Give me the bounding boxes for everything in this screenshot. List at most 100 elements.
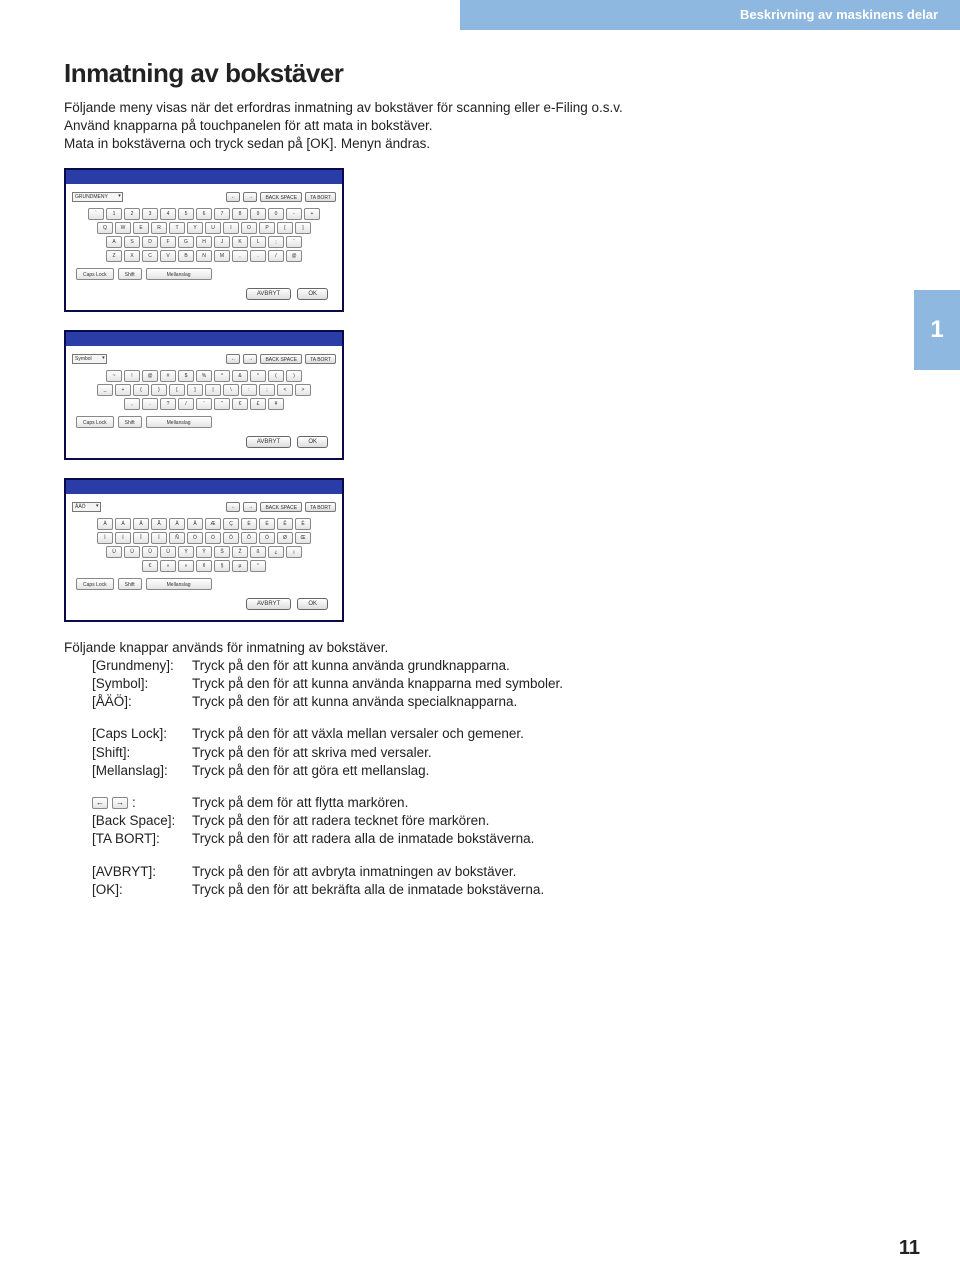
key[interactable]: Ç xyxy=(223,518,239,530)
caps-lock-key[interactable]: Caps Lock xyxy=(76,578,114,590)
key[interactable]: 2 xyxy=(124,208,140,220)
key[interactable]: £ xyxy=(250,398,266,410)
key[interactable]: G xyxy=(178,236,194,248)
key[interactable]: C xyxy=(142,250,158,262)
key[interactable]: @ xyxy=(286,250,302,262)
key[interactable]: § xyxy=(214,560,230,572)
key[interactable]: 0 xyxy=(268,208,284,220)
key[interactable]: Ô xyxy=(223,532,239,544)
key[interactable]: | xyxy=(205,384,221,396)
key[interactable]: ^ xyxy=(214,370,230,382)
key[interactable]: $ xyxy=(178,370,194,382)
key[interactable]: + xyxy=(115,384,131,396)
key[interactable]: Ö xyxy=(259,532,275,544)
key[interactable]: É xyxy=(259,518,275,530)
key[interactable]: _ xyxy=(97,384,113,396)
key[interactable]: , xyxy=(124,398,140,410)
key[interactable]: Ü xyxy=(160,546,176,558)
key[interactable]: ) xyxy=(286,370,302,382)
key[interactable]: Ê xyxy=(277,518,293,530)
key[interactable]: Â xyxy=(133,518,149,530)
key[interactable]: D xyxy=(142,236,158,248)
key[interactable]: % xyxy=(196,370,212,382)
key[interactable]: " xyxy=(214,398,230,410)
key[interactable]: Õ xyxy=(241,532,257,544)
cursor-right-button[interactable]: → xyxy=(243,192,257,202)
key[interactable]: , xyxy=(232,250,248,262)
key[interactable]: Œ xyxy=(295,532,311,544)
key[interactable]: Ë xyxy=(295,518,311,530)
key[interactable]: 9 xyxy=(250,208,266,220)
shift-key[interactable]: Shift xyxy=(118,268,142,280)
shift-key[interactable]: Shift xyxy=(118,416,142,428)
key[interactable]: M xyxy=(214,250,230,262)
mode-dropdown[interactable]: Symbol xyxy=(72,354,107,364)
cursor-right-button[interactable]: → xyxy=(243,502,257,512)
key[interactable]: 1 xyxy=(106,208,122,220)
space-key[interactable]: Mellanslag xyxy=(146,268,212,280)
key[interactable]: ¡ xyxy=(286,546,302,558)
key[interactable]: ( xyxy=(268,370,284,382)
avbryt-button[interactable]: AVBRYT xyxy=(246,436,291,448)
key[interactable]: O xyxy=(241,222,257,234)
ta-bort-button[interactable]: TA BORT xyxy=(305,354,336,364)
cursor-right-button[interactable]: → xyxy=(243,354,257,364)
key[interactable]: 4 xyxy=(160,208,176,220)
ta-bort-button[interactable]: TA BORT xyxy=(305,192,336,202)
key[interactable]: Ž xyxy=(232,546,248,558)
key[interactable]: [ xyxy=(169,384,185,396)
avbryt-button[interactable]: AVBRYT xyxy=(246,288,291,300)
key[interactable]: ] xyxy=(295,222,311,234)
key[interactable]: W xyxy=(115,222,131,234)
key[interactable]: Ý xyxy=(178,546,194,558)
space-key[interactable]: Mellanslag xyxy=(146,578,212,590)
key[interactable]: \ xyxy=(223,384,239,396)
cursor-left-button[interactable]: ← xyxy=(226,192,240,202)
key[interactable]: } xyxy=(151,384,167,396)
key[interactable]: H xyxy=(196,236,212,248)
key[interactable]: A xyxy=(106,236,122,248)
key[interactable]: ; xyxy=(259,384,275,396)
key[interactable]: Å xyxy=(187,518,203,530)
key[interactable]: [ xyxy=(277,222,293,234)
key[interactable]: Ú xyxy=(124,546,140,558)
ok-button[interactable]: OK xyxy=(297,436,328,448)
mode-dropdown[interactable]: ÅÄÖ xyxy=(72,502,101,512)
key[interactable]: + xyxy=(304,208,320,220)
key[interactable]: Ø xyxy=(277,532,293,544)
key[interactable]: Q xyxy=(97,222,113,234)
key[interactable]: € xyxy=(232,398,248,410)
cursor-left-button[interactable]: ← xyxy=(226,502,240,512)
key[interactable]: ß xyxy=(250,546,266,558)
space-key[interactable]: Mellanslag xyxy=(146,416,212,428)
key[interactable]: € xyxy=(142,560,158,572)
key[interactable]: È xyxy=(241,518,257,530)
key[interactable]: 7 xyxy=(214,208,230,220)
mode-dropdown[interactable]: GRUNDMENY xyxy=(72,192,123,202)
key[interactable]: . xyxy=(142,398,158,410)
key[interactable]: « xyxy=(160,560,176,572)
caps-lock-key[interactable]: Caps Lock xyxy=(76,268,114,280)
key[interactable]: Ó xyxy=(205,532,221,544)
key[interactable]: / xyxy=(178,398,194,410)
key[interactable]: Ã xyxy=(151,518,167,530)
key[interactable]: L xyxy=(250,236,266,248)
key[interactable]: Ù xyxy=(106,546,122,558)
key[interactable]: À xyxy=(97,518,113,530)
key[interactable]: X xyxy=(124,250,140,262)
key[interactable]: & xyxy=(232,370,248,382)
avbryt-button[interactable]: AVBRYT xyxy=(246,598,291,610)
key[interactable]: » xyxy=(178,560,194,572)
key[interactable]: ? xyxy=(160,398,176,410)
key[interactable]: ! xyxy=(124,370,140,382)
key[interactable]: Ò xyxy=(187,532,203,544)
key[interactable]: I xyxy=(223,222,239,234)
key[interactable]: J xyxy=(214,236,230,248)
key[interactable]: Á xyxy=(115,518,131,530)
key[interactable]: P xyxy=(259,222,275,234)
key[interactable]: < xyxy=(277,384,293,396)
key[interactable]: Æ xyxy=(205,518,221,530)
key[interactable]: S xyxy=(124,236,140,248)
key[interactable]: ¥ xyxy=(268,398,284,410)
key[interactable]: N xyxy=(196,250,212,262)
